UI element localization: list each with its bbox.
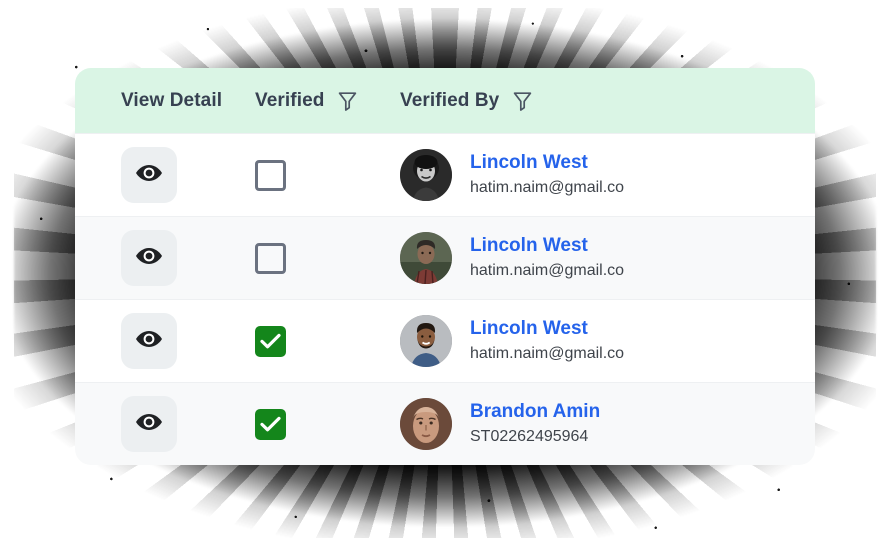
column-header-verified-by-label: Verified By: [400, 89, 500, 111]
avatar: [400, 232, 452, 284]
person-info: Brandon Amin ST02262495964: [470, 401, 600, 446]
view-detail-button[interactable]: [121, 230, 177, 286]
table-row[interactable]: Lincoln West hatim.naim@gmail.co: [75, 133, 815, 216]
person-subtitle: hatim.naim@gmail.co: [470, 261, 625, 279]
filter-funnel-icon[interactable]: [338, 91, 357, 111]
cell-verified-by: Lincoln West hatim.naim@gmail.co: [400, 232, 815, 284]
cell-verified: [255, 159, 400, 191]
eye-icon: [135, 412, 163, 437]
view-detail-button[interactable]: [121, 396, 177, 452]
verification-table-card: View Detail Verified Verified By Lincoln…: [75, 68, 815, 465]
avatar: [400, 315, 452, 367]
verified-checkbox-checked[interactable]: [255, 325, 286, 357]
cell-verified: [255, 408, 400, 440]
cell-view-detail: [75, 230, 255, 286]
verified-checkbox-checked[interactable]: [255, 408, 286, 440]
eye-icon: [135, 163, 163, 188]
person-name-link[interactable]: Brandon Amin: [470, 401, 600, 423]
avatar: [400, 398, 452, 450]
column-header-view-detail[interactable]: View Detail: [75, 90, 255, 112]
cell-view-detail: [75, 313, 255, 369]
person-info: Lincoln West hatim.naim@gmail.co: [470, 235, 625, 280]
column-header-verified[interactable]: Verified: [255, 90, 400, 112]
eye-icon: [135, 329, 163, 354]
verified-checkbox-unchecked[interactable]: [255, 242, 286, 274]
table-row[interactable]: Lincoln West hatim.naim@gmail.co: [75, 216, 815, 299]
cell-verified: [255, 325, 400, 357]
cell-view-detail: [75, 396, 255, 452]
person-info: Lincoln West hatim.naim@gmail.co: [470, 318, 625, 363]
filter-funnel-icon[interactable]: [513, 91, 532, 111]
cell-verified-by: Lincoln West hatim.naim@gmail.co: [400, 149, 815, 201]
column-header-verified-label: Verified: [255, 89, 325, 111]
table-row[interactable]: Lincoln West hatim.naim@gmail.co: [75, 299, 815, 382]
checkmark-icon: [260, 416, 281, 432]
cell-verified-by: Lincoln West hatim.naim@gmail.co: [400, 315, 815, 367]
cell-verified-by: Brandon Amin ST02262495964: [400, 398, 815, 450]
table-row[interactable]: Brandon Amin ST02262495964: [75, 382, 815, 465]
eye-icon: [135, 246, 163, 271]
person-subtitle: ST02262495964: [470, 427, 589, 445]
person-info: Lincoln West hatim.naim@gmail.co: [470, 152, 625, 197]
person-name-link[interactable]: Lincoln West: [470, 318, 624, 340]
column-header-verified-by[interactable]: Verified By: [400, 90, 815, 112]
person-name-link[interactable]: Lincoln West: [470, 235, 624, 257]
cell-view-detail: [75, 147, 255, 203]
column-header-view-detail-label: View Detail: [121, 89, 223, 111]
screenshot-stage: View Detail Verified Verified By Lincoln…: [0, 0, 890, 546]
view-detail-button[interactable]: [121, 147, 177, 203]
person-subtitle: hatim.naim@gmail.co: [470, 344, 625, 362]
verified-checkbox-unchecked[interactable]: [255, 159, 286, 191]
person-subtitle: hatim.naim@gmail.co: [470, 178, 625, 196]
table-header-row: View Detail Verified Verified By: [75, 68, 815, 133]
view-detail-button[interactable]: [121, 313, 177, 369]
checkmark-icon: [260, 333, 281, 349]
cell-verified: [255, 242, 400, 274]
avatar: [400, 149, 452, 201]
person-name-link[interactable]: Lincoln West: [470, 152, 624, 174]
